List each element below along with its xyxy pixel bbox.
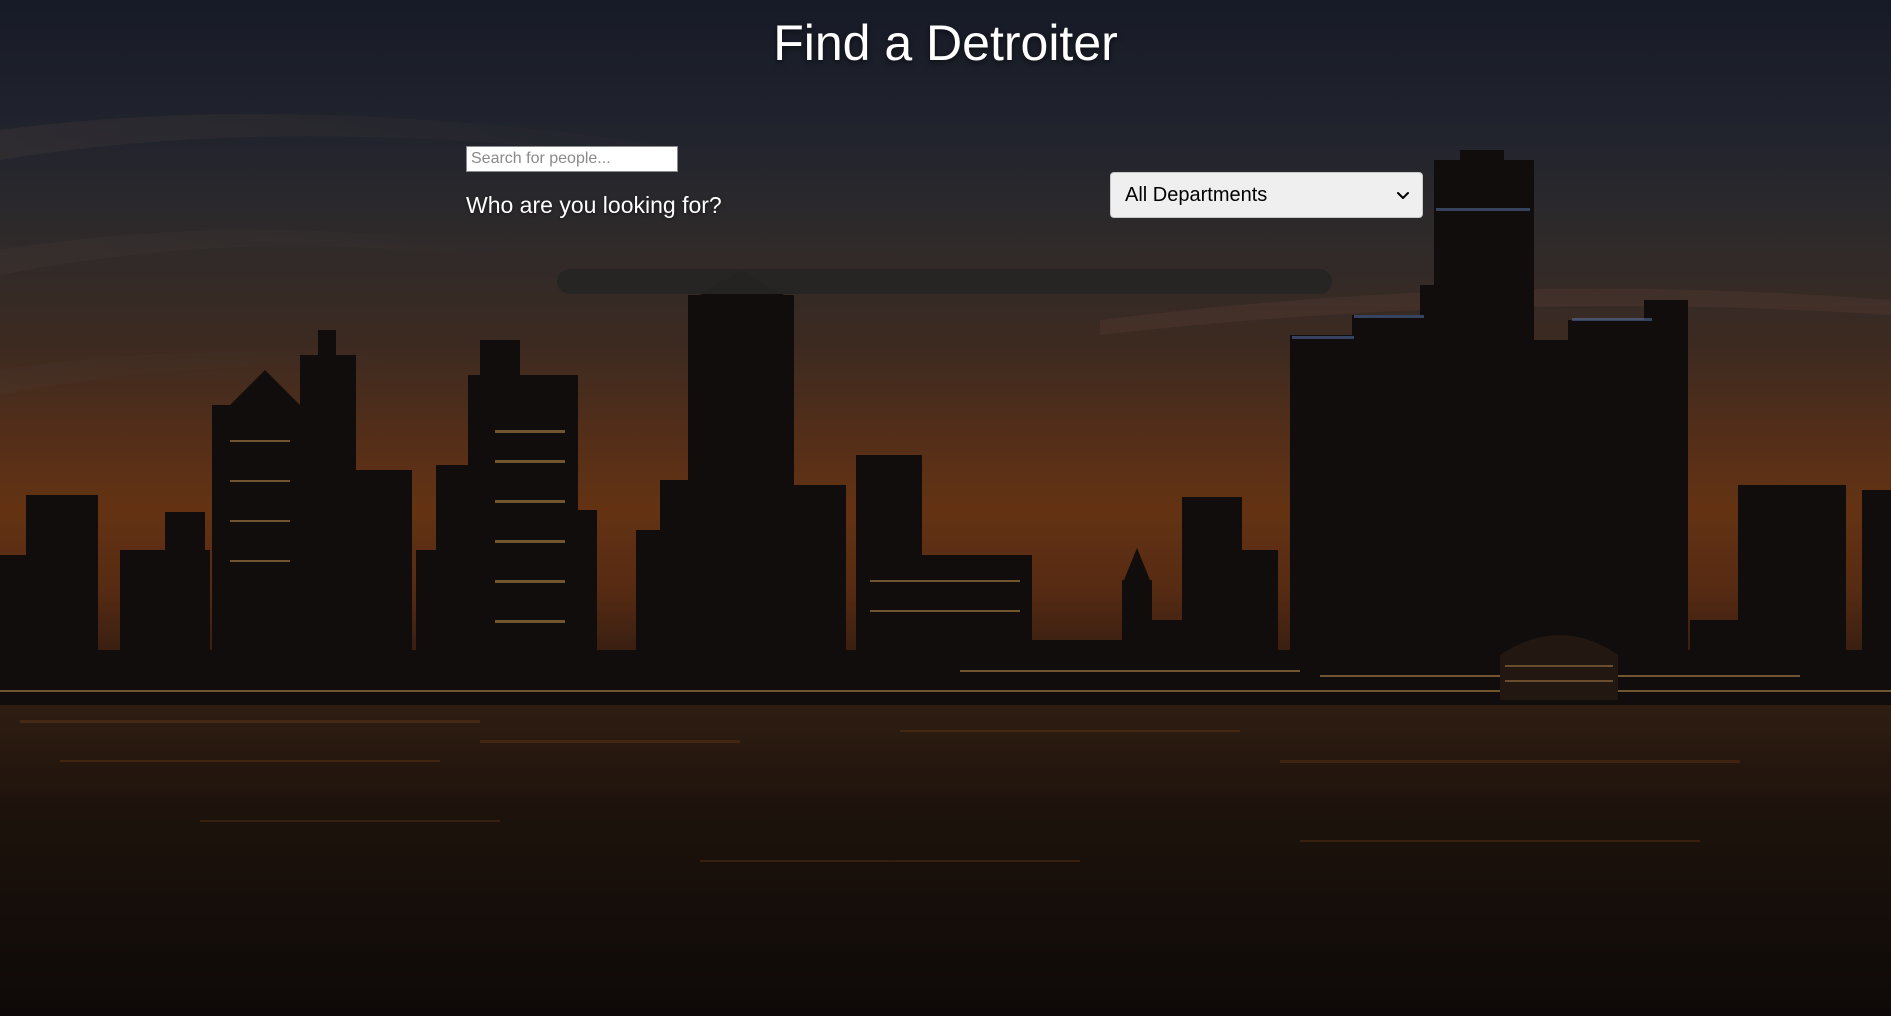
results-list (557, 269, 1332, 294)
search-prompt-label: Who are you looking for? (466, 192, 722, 218)
department-select[interactable]: All Departments (1110, 172, 1423, 218)
background-overlay (0, 0, 1891, 1016)
page-title: Find a Detroiter (773, 15, 1118, 71)
chevron-down-icon (1397, 192, 1409, 199)
search-input[interactable] (466, 146, 678, 172)
page: Find a Detroiter Who are you looking for… (0, 0, 1891, 1016)
department-select-value: All Departments (1125, 183, 1268, 206)
